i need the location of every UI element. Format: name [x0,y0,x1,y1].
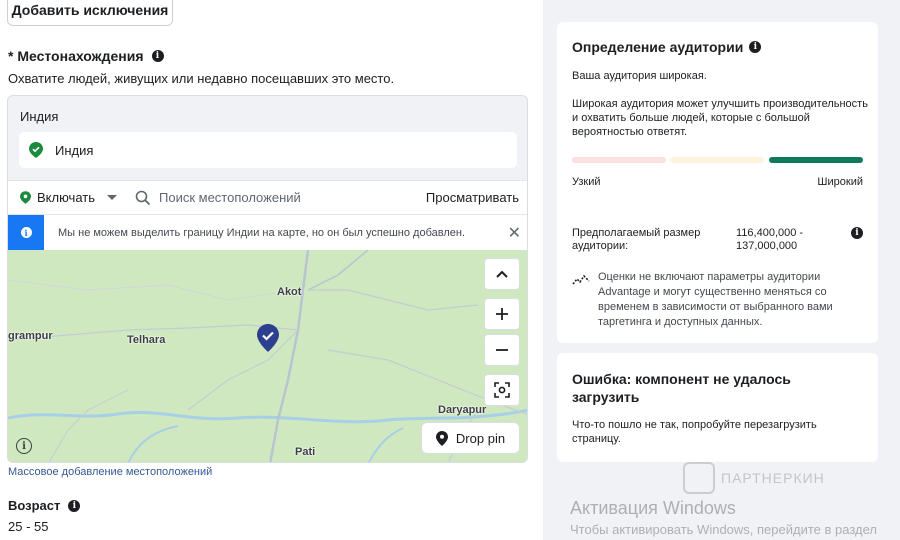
audience-description: Широкая аудитория может улучшить произво… [572,98,868,138]
location-selector: Индия Индия Включать Просматривать i Мы … [7,95,528,463]
watermark-logo-icon [683,462,715,494]
drop-pin-button[interactable]: Drop pin [421,422,520,454]
locate-icon [494,382,510,398]
country-header: Индия [20,109,59,124]
plus-icon [496,308,508,320]
notice-text: Мы не можем выделить границу Индии на ка… [58,226,466,239]
chevron-down-icon [107,195,117,200]
error-text: Что-то пошло не так, попробуйте перезагр… [572,419,817,445]
error-card: Ошибка: компонент не удалось загрузить Ч… [557,353,878,462]
watermark-text: ПАРТНЕРКИН [721,470,825,486]
locations-info-icon[interactable]: i [151,50,164,62]
audience-heading: Определение аудитории i [572,39,762,55]
audience-title: Определение аудитории [572,39,744,55]
close-icon[interactable]: ✕ [508,223,521,243]
include-pin-icon [20,191,31,204]
zoom-in-button[interactable] [484,298,520,330]
search-icon [135,190,151,205]
zoom-out-button[interactable] [484,334,520,366]
browse-button[interactable]: Просматривать [426,190,519,205]
meter-segment-specific [670,157,765,163]
audience-breadth-meter [572,157,864,163]
targeting-panel: Добавить исключения * Местонахождения i … [0,0,543,540]
trend-icon [572,274,590,285]
bulk-add-locations-link[interactable]: Массовое добавление местоположений [8,466,212,478]
include-dropdown[interactable]: Включать [20,190,117,205]
age-range-value[interactable]: 25 - 55 [8,519,48,534]
selected-location-chip[interactable]: Индия [19,132,517,168]
location-search-input[interactable] [159,190,359,205]
map-label-grampur: grampur [8,330,53,342]
audience-info-icon[interactable]: i [749,41,762,53]
locations-subtitle: Охватите людей, живущих или недавно посе… [8,71,395,86]
windows-activation-subtitle: Чтобы активировать Windows, перейдите в … [570,522,877,537]
audience-size-value: 116,400,000 - 137,000,000 [736,227,804,252]
collapse-map-button[interactable] [484,258,520,290]
audience-status: Ваша аудитория широкая. [572,70,707,82]
map-label-telhara: Telhara [127,334,166,346]
age-title: Возраст [8,498,61,513]
meter-segment-broad [769,157,864,163]
location-toolbar: Включать Просматривать [8,180,527,214]
meter-segment-narrow [572,157,666,163]
info-icon: i [20,227,32,238]
age-info-icon[interactable]: i [68,499,81,512]
location-search [135,190,426,206]
windows-activation-title: Активация Windows [570,498,736,518]
add-exclusions-button[interactable]: Добавить исключения [7,0,173,26]
audience-size-label: Предполагаемый размер аудитории: [572,227,701,252]
minus-icon [496,349,508,351]
map-label-daryapur: Daryapur [438,404,487,416]
location-map[interactable]: Akot Telhara grampur Daryapur Pati Drop … [8,250,527,462]
locations-heading: * Местонахождения i [8,48,164,64]
meter-label-wide: Широкий [817,176,863,188]
notice-info-bar: i [8,214,44,251]
drop-pin-label: Drop pin [455,430,506,446]
error-title: Ошибка: компонент не удалось загрузить [572,371,791,405]
pin-icon [435,430,448,446]
audience-definition-card: Определение аудитории i Ваша аудитория ш… [557,22,878,343]
sidebar: Определение аудитории i Ваша аудитория ш… [543,0,900,540]
map-attribution-icon[interactable]: i [16,438,32,454]
include-pin-icon [29,142,43,158]
map-marker-icon[interactable] [257,324,279,352]
map-label-pati: Pati [295,446,316,458]
age-heading: Возраст i [8,498,81,513]
watermark: ПАРТНЕРКИН [683,462,825,494]
map-label-akot: Akot [277,286,302,298]
estimate-note: Оценки не включают параметры аудитории A… [572,270,862,330]
boundary-notice: i Мы не можем выделить границу Индии на … [8,214,527,251]
estimate-note-text: Оценки не включают параметры аудитории A… [598,271,833,328]
chevron-up-icon [496,270,508,278]
locations-title: * Местонахождения [8,48,144,64]
selected-location-name: Индия [55,142,94,158]
recenter-button[interactable] [484,374,520,406]
audience-size-info-icon[interactable]: i [851,227,863,239]
meter-label-narrow: Узкий [572,176,601,188]
include-label: Включать [37,190,95,205]
